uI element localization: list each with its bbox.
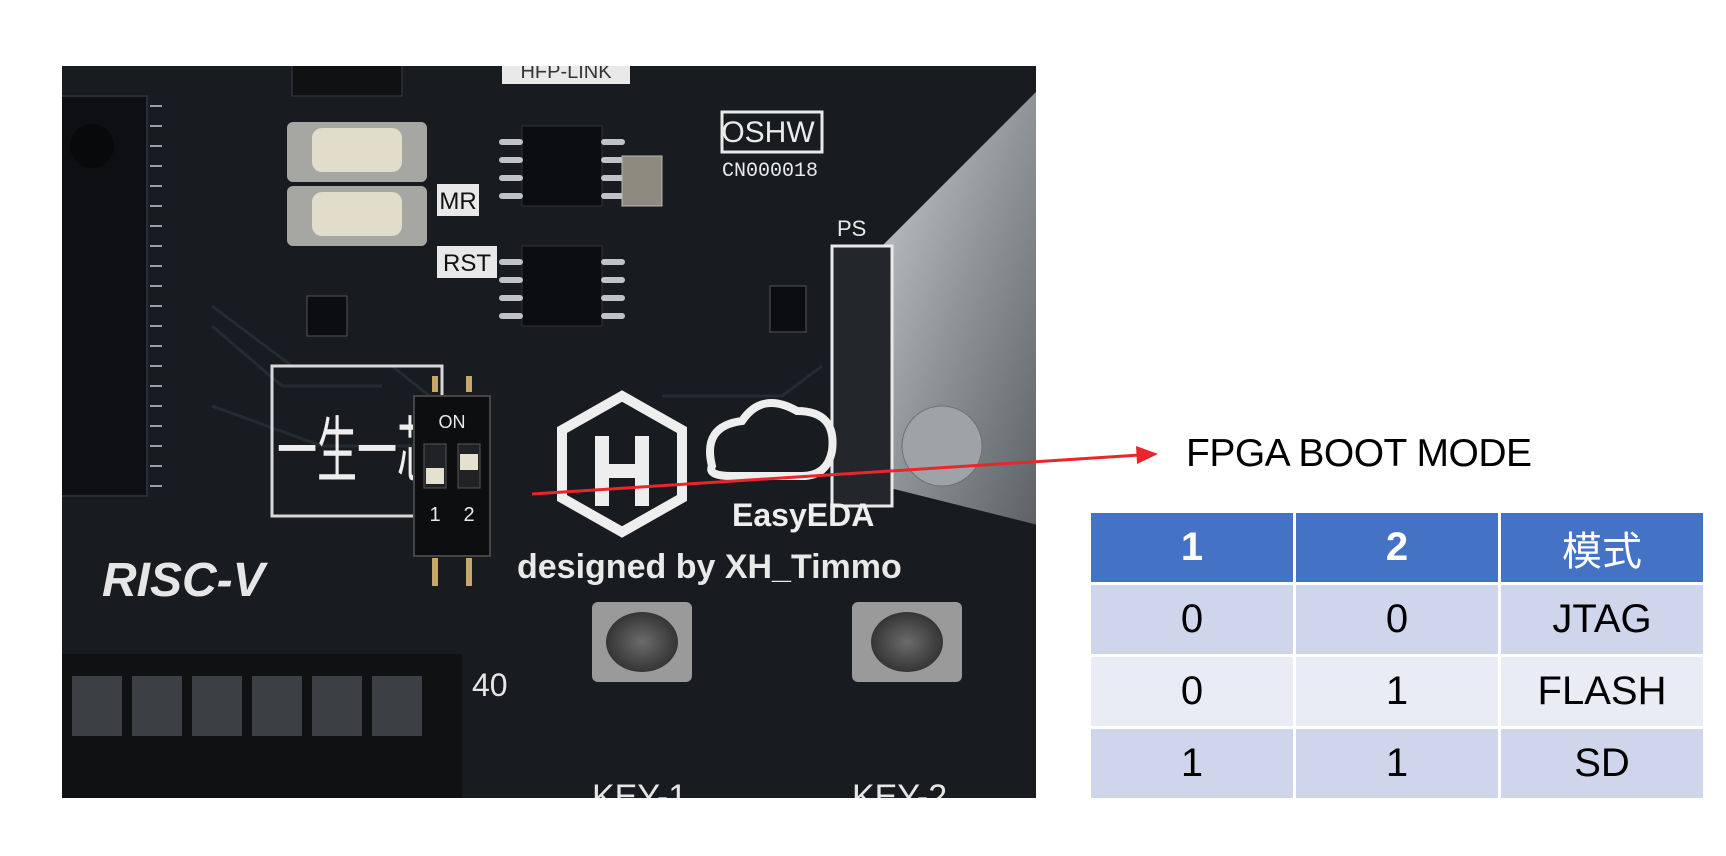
key2-button — [852, 602, 962, 682]
designer-credit: designed by XH_Timmo — [517, 548, 902, 586]
easyeda-logo: EasyEDA — [732, 497, 874, 533]
header-mode: 模式 — [1498, 510, 1706, 585]
table-cell: FLASH — [1498, 654, 1706, 729]
pin-count-silkscreen: 40 — [472, 667, 508, 703]
pcb-board-illustration: HFP-LINK MR RST OSHW CN000018 PS 一生一芯 ON… — [62, 66, 1036, 798]
table-header-row: 1 2 模式 — [1088, 510, 1706, 585]
risc-v-logo: RISC-V — [102, 554, 269, 607]
hfp-link-silkscreen: HFP-LINK — [520, 66, 612, 83]
ps2-silkscreen: PS — [837, 216, 866, 241]
table-row: 0 1 FLASH — [1088, 654, 1706, 729]
dip-pos-1: 1 — [429, 504, 440, 526]
table-cell: 0 — [1088, 654, 1296, 729]
pcb-photo: HFP-LINK MR RST OSHW CN000018 PS 一生一芯 ON… — [62, 66, 1036, 798]
dip-pos-2: 2 — [463, 504, 474, 526]
pin-header — [62, 654, 462, 798]
oshw-logo: OSHW — [721, 116, 815, 149]
table-cell: 1 — [1293, 726, 1501, 801]
table-row: 1 1 SD — [1088, 726, 1706, 801]
boot-mode-table: 1 2 模式 0 0 JTAG 0 1 FLASH 1 1 SD — [1088, 510, 1706, 801]
boot-mode-label: FPGA BOOT MODE — [1186, 432, 1532, 475]
dip-on-label: ON — [439, 412, 466, 432]
key1-button — [592, 602, 692, 682]
rst-silkscreen: RST — [443, 250, 491, 277]
table-cell: 0 — [1088, 582, 1296, 657]
header-switch-1: 1 — [1088, 510, 1296, 585]
main-chip — [62, 95, 162, 497]
mr-switch — [287, 122, 427, 182]
header-switch-2: 2 — [1293, 510, 1501, 585]
table-cell: 1 — [1088, 726, 1296, 801]
mr-silkscreen: MR — [439, 188, 476, 215]
key2-silkscreen: KEY-2 — [852, 778, 947, 798]
table-cell: 1 — [1293, 654, 1501, 729]
table-row: 0 0 JTAG — [1088, 582, 1706, 657]
boot-dip-switch: ON 1 2 — [413, 376, 491, 586]
rst-switch — [287, 186, 427, 246]
key1-silkscreen: KEY-1 — [592, 778, 687, 798]
table-cell: 0 — [1293, 582, 1501, 657]
table-cell: SD — [1498, 726, 1706, 801]
oshw-id: CN000018 — [722, 160, 818, 183]
table-cell: JTAG — [1498, 582, 1706, 657]
